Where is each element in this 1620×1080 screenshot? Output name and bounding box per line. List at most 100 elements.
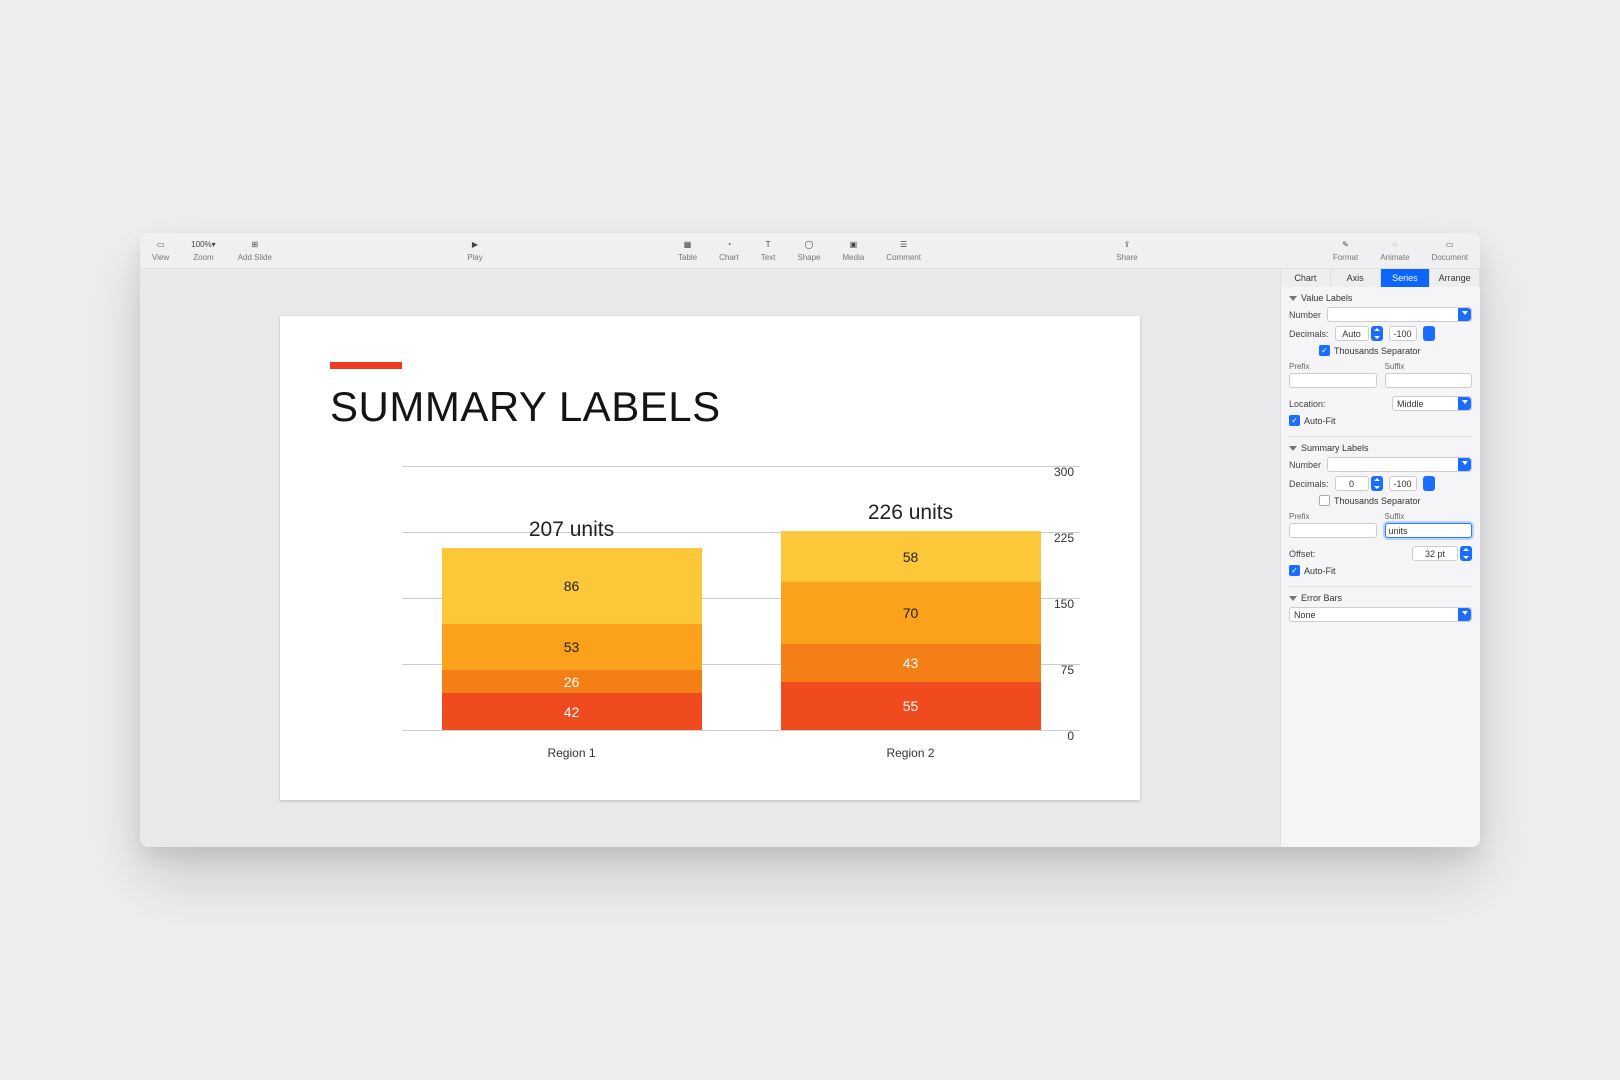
vl-decimals-stepper[interactable]: Auto: [1335, 326, 1383, 341]
play-icon: ▶: [472, 237, 478, 251]
tab-axis[interactable]: Axis: [1331, 269, 1381, 287]
app-window: ▭ View 100% ▾ Zoom ⊞ Add Slide ▶ Play ▦T…: [140, 233, 1480, 847]
sl-multiplier[interactable]: -100: [1389, 476, 1417, 491]
chevron-down-icon: [1289, 596, 1297, 601]
view-label: View: [152, 253, 169, 262]
canvas[interactable]: SUMMARY LABELS 075150225300207 units4226…: [140, 269, 1280, 847]
chart-icon: ◔: [726, 237, 731, 251]
format-icon: ✎: [1342, 237, 1349, 251]
bar-column[interactable]: 226 units 55437058: [781, 501, 1041, 730]
sl-prefix-input[interactable]: [1289, 523, 1377, 538]
value-labels-header[interactable]: Value Labels: [1289, 293, 1472, 303]
summary-label: 207 units: [529, 518, 614, 542]
tab-arrange[interactable]: Arrange: [1430, 269, 1480, 287]
chart-button[interactable]: ◔Chart: [719, 237, 739, 262]
media-icon: ▣: [850, 237, 858, 251]
slide-title: SUMMARY LABELS: [330, 383, 1090, 431]
vl-number-popup[interactable]: [1327, 307, 1472, 322]
bar-segment[interactable]: 55: [781, 682, 1041, 730]
vl-suffix-input[interactable]: [1385, 373, 1473, 388]
vl-decimals-label: Decimals:: [1289, 329, 1329, 339]
play-button[interactable]: ▶ Play: [467, 237, 483, 262]
vl-prefix-input[interactable]: [1289, 373, 1377, 388]
plus-icon: ⊞: [251, 237, 258, 251]
bar-segment[interactable]: 43: [781, 644, 1041, 682]
bar-segment[interactable]: 26: [442, 670, 702, 693]
sl-number-popup[interactable]: [1327, 457, 1472, 472]
vl-thousands-checkbox[interactable]: Thousands Separator: [1319, 345, 1421, 356]
zoom-button[interactable]: 100% ▾ Zoom: [191, 237, 215, 262]
vl-suffix-label: Suffix: [1385, 362, 1473, 371]
sl-prefix-label: Prefix: [1289, 512, 1377, 521]
table-button[interactable]: ▦Table: [678, 237, 697, 262]
shape-icon: ◯: [804, 237, 813, 251]
comment-button[interactable]: ☰Comment: [886, 237, 921, 262]
slide[interactable]: SUMMARY LABELS 075150225300207 units4226…: [280, 316, 1140, 800]
chart[interactable]: 075150225300207 units42265386226 units55…: [368, 466, 1080, 770]
vl-autofit-checkbox[interactable]: Auto-Fit: [1289, 415, 1336, 426]
bar-segment[interactable]: 42: [442, 693, 702, 730]
bar-segment[interactable]: 70: [781, 582, 1041, 644]
comment-icon: ☰: [900, 237, 907, 251]
chevron-down-icon: [1289, 296, 1297, 301]
bar-segment[interactable]: 86: [442, 548, 702, 624]
y-tick-label: 0: [1067, 729, 1074, 743]
animate-mode-button[interactable]: ◌Animate: [1380, 237, 1409, 262]
format-mode-button[interactable]: ✎Format: [1333, 237, 1358, 262]
animate-icon: ◌: [1392, 237, 1397, 251]
sl-offset-stepper[interactable]: 32 pt: [1412, 546, 1472, 561]
shape-button[interactable]: ◯Shape: [797, 237, 820, 262]
tab-chart[interactable]: Chart: [1281, 269, 1331, 287]
summary-label: 226 units: [868, 501, 953, 525]
error-bars-popup[interactable]: None: [1289, 607, 1472, 622]
text-icon: T: [766, 237, 771, 251]
checkbox-icon: [1319, 495, 1330, 506]
vl-location-label: Location:: [1289, 399, 1326, 409]
sl-thousands-checkbox[interactable]: Thousands Separator: [1319, 495, 1421, 506]
sl-decimals-stepper[interactable]: 0: [1335, 476, 1383, 491]
zoom-icon: 100% ▾: [191, 237, 215, 251]
document-mode-button[interactable]: ▭Document: [1432, 237, 1468, 262]
vl-mult-arrows[interactable]: [1423, 326, 1435, 341]
sl-suffix-label: Suffix: [1385, 512, 1473, 521]
checkbox-icon: [1289, 415, 1300, 426]
sidebar-icon: ▭: [157, 237, 165, 251]
inspector-tabs: Chart Axis Series Arrange: [1281, 269, 1480, 287]
toolbar: ▭ View 100% ▾ Zoom ⊞ Add Slide ▶ Play ▦T…: [140, 233, 1480, 269]
sl-number-label: Number: [1289, 460, 1321, 470]
tab-series[interactable]: Series: [1381, 269, 1431, 287]
document-icon: ▭: [1446, 237, 1454, 251]
text-button[interactable]: TText: [761, 237, 776, 262]
x-tick-label: Region 2: [781, 746, 1041, 760]
content: SUMMARY LABELS 075150225300207 units4226…: [140, 269, 1480, 847]
sl-offset-label: Offset:: [1289, 549, 1315, 559]
sl-autofit-checkbox[interactable]: Auto-Fit: [1289, 565, 1336, 576]
share-button[interactable]: ⇪Share: [1116, 237, 1137, 262]
add-slide-button[interactable]: ⊞ Add Slide: [238, 237, 272, 262]
table-icon: ▦: [684, 237, 692, 251]
add-slide-label: Add Slide: [238, 253, 272, 262]
vl-number-label: Number: [1289, 310, 1321, 320]
gridline: [402, 730, 1080, 731]
vl-location-popup[interactable]: Middle: [1392, 396, 1472, 411]
zoom-label: Zoom: [193, 253, 213, 262]
share-icon: ⇪: [1124, 237, 1131, 251]
sl-mult-arrows[interactable]: [1423, 476, 1435, 491]
play-label: Play: [467, 253, 483, 262]
summary-labels-header[interactable]: Summary Labels: [1289, 443, 1472, 453]
x-tick-label: Region 1: [442, 746, 702, 760]
chevron-down-icon: [1289, 446, 1297, 451]
checkbox-icon: [1289, 565, 1300, 576]
sl-suffix-input[interactable]: units: [1385, 523, 1473, 538]
view-button[interactable]: ▭ View: [152, 237, 169, 262]
vl-prefix-label: Prefix: [1289, 362, 1377, 371]
error-bars-header[interactable]: Error Bars: [1289, 593, 1472, 603]
bar-segment[interactable]: 58: [781, 531, 1041, 582]
media-button[interactable]: ▣Media: [843, 237, 865, 262]
inspector: Chart Axis Series Arrange Value Labels N…: [1280, 269, 1480, 847]
checkbox-icon: [1319, 345, 1330, 356]
vl-multiplier[interactable]: -100: [1389, 326, 1417, 341]
bar-segment[interactable]: 53: [442, 624, 702, 671]
accent-bar: [330, 362, 402, 369]
bar-column[interactable]: 207 units 42265386: [442, 518, 702, 730]
